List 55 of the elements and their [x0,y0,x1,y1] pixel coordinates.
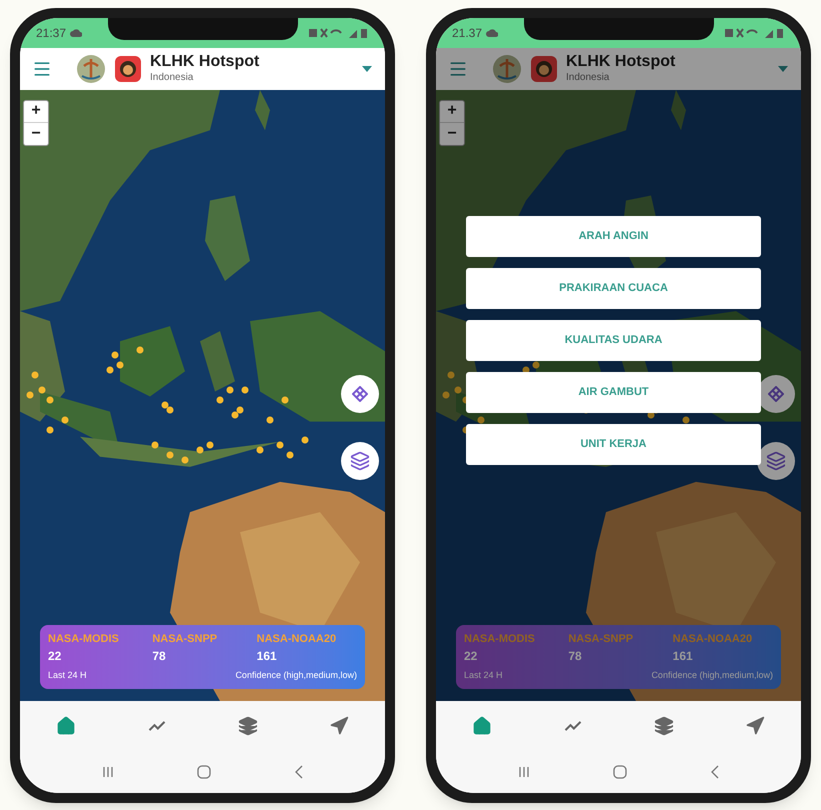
map-tiles-icon [352,386,368,402]
menu-option[interactable]: AIR GAMBUT [466,372,761,412]
source-count: 161 [672,648,694,665]
back-icon [710,764,720,778]
zoom-button[interactable]: + [440,100,464,122]
source-name: NASA-SNPP [568,632,634,646]
period-label: Last 24 H [48,669,87,682]
menu-option[interactable]: UNIT KERJA [466,424,761,464]
status-time: 21.37 [452,24,482,42]
app-logo-icon [114,54,142,82]
source-count: 78 [152,648,167,665]
cloud-icon [486,28,498,38]
app-subtitle: Indonesia [566,72,610,85]
source-count: 22 [464,648,478,665]
source-name: NASA-NOAA20 [672,632,754,646]
recent-apps-icon [518,766,530,778]
cloud-icon [70,28,82,38]
navigation-arrow-icon [745,716,766,736]
menu-option[interactable]: ARAH ANGIN [466,216,761,256]
recent-apps-icon [102,766,114,778]
source-name: NASA-SNPP [152,632,218,646]
layers-icon [238,716,258,736]
emblem-icon [492,54,522,84]
caret-icon [362,66,372,72]
app-title: KLHK Hotspot [566,52,676,72]
back-icon [294,764,304,778]
confidence-note: Confidence (high,medium,low) [235,669,357,682]
layers-icon [350,450,370,470]
map-tiles-icon [768,386,784,402]
zoom-button[interactable]: + [24,100,48,122]
navigation-arrow-icon [329,716,350,736]
home-icon [472,716,492,736]
menu-option[interactable]: KUALITAS UDARA [466,320,761,360]
source-count: 78 [568,648,583,665]
zoom-button[interactable]: − [440,122,464,144]
status-icons-drawing [309,26,369,38]
app-subtitle: Indonesia [150,72,194,85]
app-title: KLHK Hotspot [150,52,260,72]
source-name: NASA-MODIS [464,632,536,646]
zoom-button[interactable]: − [24,122,48,144]
app-logo-icon [530,54,558,82]
source-name: NASA-MODIS [48,632,120,646]
period-label: Last 24 H [464,669,503,682]
source-count: 161 [256,648,278,665]
status-time: 21:37 [36,24,66,42]
home-icon [56,716,76,736]
caret-icon [778,66,788,72]
layers-icon [654,716,674,736]
status-icons-drawing [725,26,785,38]
source-count: 22 [48,648,62,665]
menu-option[interactable]: PRAKIRAAN CUACA [466,268,761,308]
emblem-icon [76,54,106,84]
confidence-note: Confidence (high,medium,low) [651,669,773,682]
source-name: NASA-NOAA20 [256,632,338,646]
layers-icon [766,450,786,470]
